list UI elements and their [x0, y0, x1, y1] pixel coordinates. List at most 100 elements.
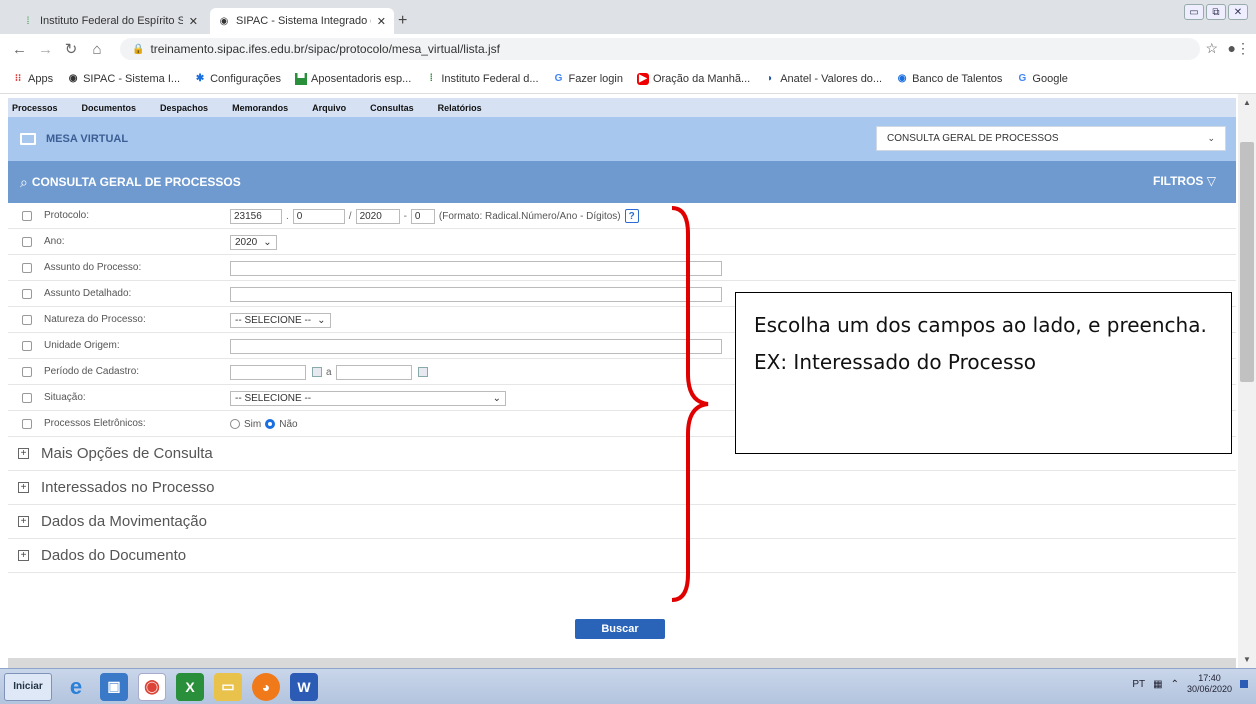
- tab-instituto-federal[interactable]: ⁞ Instituto Federal do Espírito Sant ✕: [14, 8, 206, 34]
- protocolo-numero-input[interactable]: 0: [292, 208, 345, 224]
- scroll-down-icon[interactable]: ▼: [1243, 655, 1251, 664]
- maximize-button[interactable]: ⧉: [1206, 4, 1226, 20]
- unidade-input[interactable]: [230, 338, 722, 354]
- bookmark-icon: ▀: [295, 72, 308, 85]
- menu-item-memorandos[interactable]: Memorandos: [232, 103, 288, 113]
- unidade-controls: [230, 338, 722, 354]
- word-icon[interactable]: W: [290, 672, 318, 701]
- menu-item-consultas[interactable]: Consultas: [370, 103, 414, 113]
- minimize-button[interactable]: ▭: [1184, 4, 1204, 20]
- periodo-fim-input[interactable]: [335, 364, 412, 380]
- start-button[interactable]: Iniciar: [4, 672, 52, 701]
- situacao-checkbox[interactable]: [22, 392, 32, 403]
- bookmark-anatel[interactable]: ◗ Anatel - Valores do...: [764, 73, 882, 85]
- chevron-down-icon: ⌄: [317, 314, 326, 326]
- section-dados-movimentacao[interactable]: + Dados da Movimentação: [8, 505, 1236, 539]
- menu-item-despachos[interactable]: Despachos: [160, 103, 208, 113]
- language-indicator[interactable]: PT: [1132, 679, 1145, 690]
- excel-icon[interactable]: X: [176, 672, 204, 701]
- google-icon: G: [1018, 73, 1027, 84]
- new-tab-button[interactable]: +: [398, 12, 407, 30]
- horizontal-scrollbar[interactable]: [8, 658, 1236, 668]
- bookmark-google[interactable]: G Google: [1016, 73, 1068, 85]
- chrome-icon[interactable]: ◉: [138, 672, 166, 701]
- window-controls: ▭ ⧉ ✕: [1184, 4, 1248, 20]
- bookmark-aposentadoria[interactable]: ▀ Aposentadoris esp...: [295, 72, 411, 85]
- protocolo-radical-input[interactable]: 23156: [230, 208, 282, 224]
- close-window-button[interactable]: ✕: [1228, 4, 1248, 20]
- tab-sipac[interactable]: ◉ SIPAC - Sistema Integrado de P ✕: [210, 8, 394, 34]
- situacao-label: Situação:: [44, 392, 86, 403]
- vertical-scrollbar[interactable]: ▲ ▼: [1238, 94, 1256, 668]
- chevron-down-icon: ⌄: [263, 236, 272, 248]
- protocolo-checkbox[interactable]: [22, 210, 32, 221]
- annotation-callout: Escolha um dos campos ao lado, e preench…: [735, 292, 1232, 454]
- folder-icon[interactable]: ▭: [214, 672, 242, 701]
- filtros-button[interactable]: FILTROS ▽: [1153, 174, 1216, 188]
- bookmark-sipac[interactable]: ◉ SIPAC - Sistema I...: [67, 73, 180, 85]
- globe-icon: ◉: [219, 15, 229, 27]
- red-curly-brace: [671, 206, 709, 602]
- buscar-button[interactable]: Buscar: [575, 619, 665, 639]
- assunto-detalhado-input[interactable]: [230, 286, 722, 302]
- tray-expand-icon[interactable]: ⌃: [1171, 679, 1179, 690]
- bookmark-configuracoes[interactable]: ✱ Configurações: [194, 73, 281, 85]
- situacao-select[interactable]: -- SELECIONE -- ⌄: [230, 390, 506, 406]
- protocolo-digitos-input[interactable]: 0: [410, 208, 435, 224]
- bookmark-instituto[interactable]: ⁞ Instituto Federal d...: [425, 73, 539, 85]
- bookmark-banco-talentos[interactable]: ◉ Banco de Talentos: [896, 73, 1003, 85]
- natureza-label: Natureza do Processo:: [44, 314, 146, 325]
- protocolo-ano-input[interactable]: 2020: [355, 208, 400, 224]
- bookmark-oracao[interactable]: ▶ Oração da Manhã...: [636, 72, 750, 85]
- close-tab-icon[interactable]: ✕: [189, 15, 198, 28]
- row-ano: Ano: 2020 ⌄: [8, 229, 1236, 255]
- reload-icon[interactable]: ↻: [64, 40, 78, 58]
- menu-item-arquivo[interactable]: Arquivo: [312, 103, 346, 113]
- assunto-input[interactable]: [230, 260, 722, 276]
- row-protocolo: Protocolo: 23156 . 0 / 2020 - 0 (Formato…: [8, 203, 1236, 229]
- assunto-checkbox[interactable]: [22, 262, 32, 273]
- back-arrow-icon[interactable]: ←: [12, 41, 27, 58]
- periodo-inicio-input[interactable]: [230, 364, 306, 380]
- menu-item-relatorios[interactable]: Relatórios: [438, 103, 482, 113]
- section-interessados[interactable]: + Interessados no Processo: [8, 471, 1236, 505]
- menu-item-documentos[interactable]: Documentos: [82, 103, 137, 113]
- menu-kebab-icon[interactable]: ⋮: [1236, 40, 1250, 57]
- mesa-select[interactable]: CONSULTA GERAL DE PROCESSOS ⌄: [876, 126, 1226, 151]
- natureza-select[interactable]: -- SELECIONE -- ⌄: [230, 312, 331, 328]
- scroll-up-icon[interactable]: ▲: [1243, 98, 1251, 107]
- clock[interactable]: 17:40 30/06/2020: [1187, 673, 1232, 695]
- ano-select[interactable]: 2020 ⌄: [230, 234, 277, 250]
- natureza-checkbox[interactable]: [22, 314, 32, 325]
- profile-icon[interactable]: ●: [1228, 40, 1236, 56]
- calendar-icon[interactable]: [312, 367, 322, 377]
- eletronicos-checkbox[interactable]: [22, 418, 32, 429]
- radio-sim[interactable]: [230, 419, 240, 429]
- star-icon[interactable]: ☆: [1205, 40, 1218, 57]
- home-icon[interactable]: ⌂: [90, 41, 104, 58]
- firefox-icon[interactable]: ◕: [252, 672, 280, 701]
- ano-checkbox[interactable]: [22, 236, 32, 247]
- show-desktop-button[interactable]: [1240, 680, 1248, 688]
- calendar-icon[interactable]: [417, 367, 428, 377]
- url-field[interactable]: 🔒 treinamento.sipac.ifes.edu.br/sipac/pr…: [120, 38, 1200, 60]
- section-dados-documento[interactable]: + Dados do Documento: [8, 539, 1236, 573]
- gear-icon: ✱: [195, 73, 205, 84]
- apps-grid-icon: ⁝⁝: [14, 73, 22, 84]
- bookmark-fazer-login[interactable]: G Fazer login: [553, 73, 623, 85]
- periodo-checkbox[interactable]: [22, 366, 32, 377]
- assunto-detalhado-checkbox[interactable]: [22, 288, 32, 299]
- help-icon[interactable]: ?: [624, 209, 639, 223]
- media-player-icon[interactable]: ▣: [100, 672, 128, 701]
- bookmark-apps[interactable]: ⁝⁝ Apps: [12, 73, 53, 85]
- close-tab-icon[interactable]: ✕: [377, 15, 386, 28]
- network-icon[interactable]: ▦: [1153, 679, 1162, 690]
- menu-item-processos[interactable]: Processos: [12, 103, 58, 113]
- ie-icon[interactable]: e: [62, 673, 90, 701]
- forward-arrow-icon[interactable]: →: [38, 41, 53, 58]
- periodo-a-label: a: [326, 366, 332, 378]
- scrollbar-thumb[interactable]: [1240, 142, 1254, 382]
- unidade-checkbox[interactable]: [22, 340, 32, 351]
- radio-nao[interactable]: [265, 419, 276, 429]
- bookmark-label: Fazer login: [568, 72, 623, 85]
